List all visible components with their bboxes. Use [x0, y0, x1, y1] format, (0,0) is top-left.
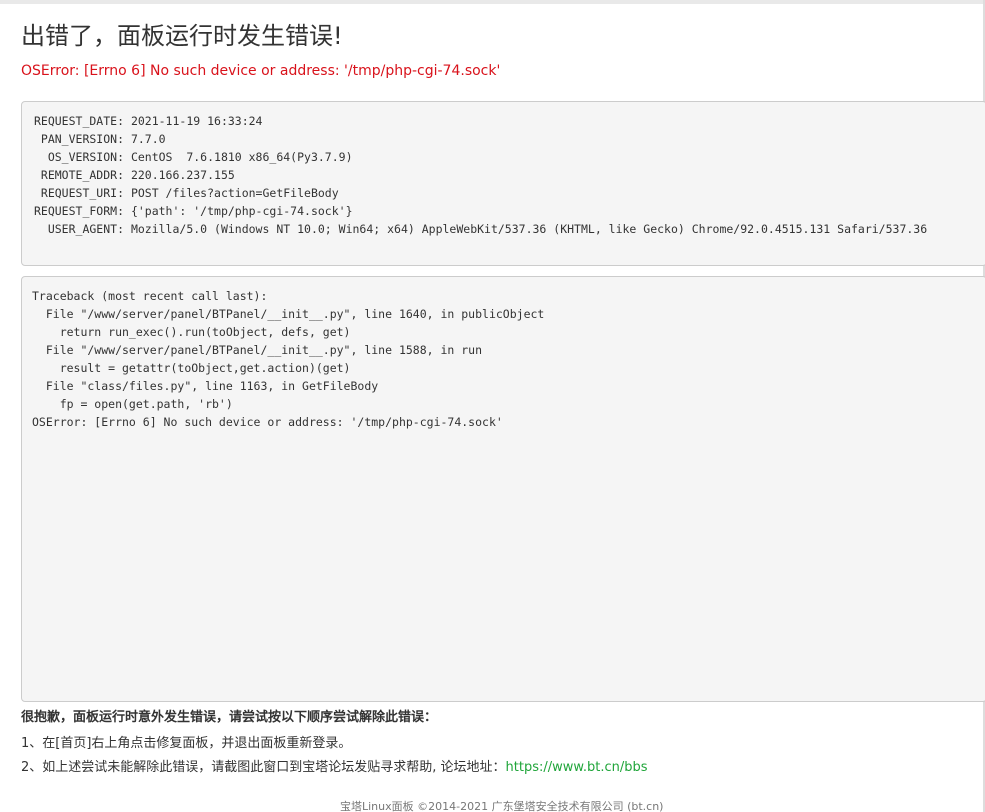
footer-copyright: 宝塔Linux面板 ©2014-2021 广东堡塔安全技术有限公司 (bt.cn… — [340, 800, 664, 812]
help-step-2: 2、如上述尝试未能解除此错误，请截图此窗口到宝塔论坛发贴寻求帮助, 论坛地址：h… — [21, 758, 648, 778]
request-info-row: REMOTE_ADDR: 220.166.237.155 — [32, 166, 976, 184]
request-info-row: PAN_VERSION: 7.7.0 — [32, 130, 976, 148]
request-info-value: {'path': '/tmp/php-cgi-74.sock'} — [130, 203, 353, 218]
help-title: 很抱歉，面板运行时意外发生错误，请尝试按以下顺序尝试解除此错误： — [21, 710, 438, 725]
error-summary: OSError: [Errno 6] No such device or add… — [21, 63, 501, 79]
request-info-key: REQUEST_FORM: — [33, 203, 124, 218]
request-info-row: OS_VERSION: CentOS 7.6.1810 x86_64(Py3.7… — [32, 148, 976, 166]
request-info-key: REQUEST_URI: — [40, 185, 124, 200]
request-info-row: REQUEST_URI: POST /files?action=GetFileB… — [32, 184, 976, 202]
request-info-row: REQUEST_FORM: {'path': '/tmp/php-cgi-74.… — [32, 202, 976, 220]
request-info-key: USER_AGENT: — [47, 221, 124, 236]
page-title: 出错了，面板运行时发生错误! — [21, 22, 343, 50]
traceback-line: OSError: [Errno 6] No such device or add… — [32, 414, 503, 429]
traceback-line: File "/www/server/panel/BTPanel/__init__… — [32, 342, 483, 357]
request-info-value: 7.7.0 — [130, 131, 166, 146]
request-info-key: OS_VERSION: — [47, 149, 124, 164]
request-info-key: REQUEST_DATE: — [33, 113, 124, 128]
traceback-line: fp = open(get.path, 'rb') — [32, 396, 233, 411]
request-info-value: 2021-11-19 16:33:24 — [130, 113, 263, 128]
traceback-box: Traceback (most recent call last): File … — [21, 275, 985, 702]
request-info-key: REMOTE_ADDR: — [40, 167, 124, 182]
traceback-line: return run_exec().run(toObject, defs, ge… — [32, 324, 351, 339]
forum-link[interactable]: https://www.bt.cn/bbs — [506, 760, 648, 775]
traceback-line: File "class/files.py", line 1163, in Get… — [32, 378, 379, 393]
request-info-row: REQUEST_DATE: 2021-11-19 16:33:24 — [32, 112, 976, 130]
traceback-line: result = getattr(toObject,get.action)(ge… — [32, 360, 351, 375]
request-info-key: PAN_VERSION: — [40, 131, 124, 146]
request-info-value: Mozilla/5.0 (Windows NT 10.0; Win64; x64… — [130, 221, 928, 236]
traceback-line: File "/www/server/panel/BTPanel/__init__… — [32, 306, 545, 321]
request-info-value: CentOS 7.6.1810 x86_64(Py3.7.9) — [130, 149, 353, 164]
request-info-box: REQUEST_DATE: 2021-11-19 16:33:24 PAN_VER… — [21, 100, 985, 266]
help-step-1: 1、在[首页]右上角点击修复面板，并退出面板重新登录。 — [21, 736, 352, 751]
traceback-line: Traceback (most recent call last): — [32, 288, 268, 303]
help-step-2-text: 2、如上述尝试未能解除此错误，请截图此窗口到宝塔论坛发贴寻求帮助, 论坛地址： — [21, 760, 506, 775]
request-info-row: USER_AGENT: Mozilla/5.0 (Windows NT 10.0… — [32, 220, 976, 238]
request-info-value: 220.166.237.155 — [130, 167, 235, 182]
request-info-value: POST /files?action=GetFileBody — [130, 185, 339, 200]
